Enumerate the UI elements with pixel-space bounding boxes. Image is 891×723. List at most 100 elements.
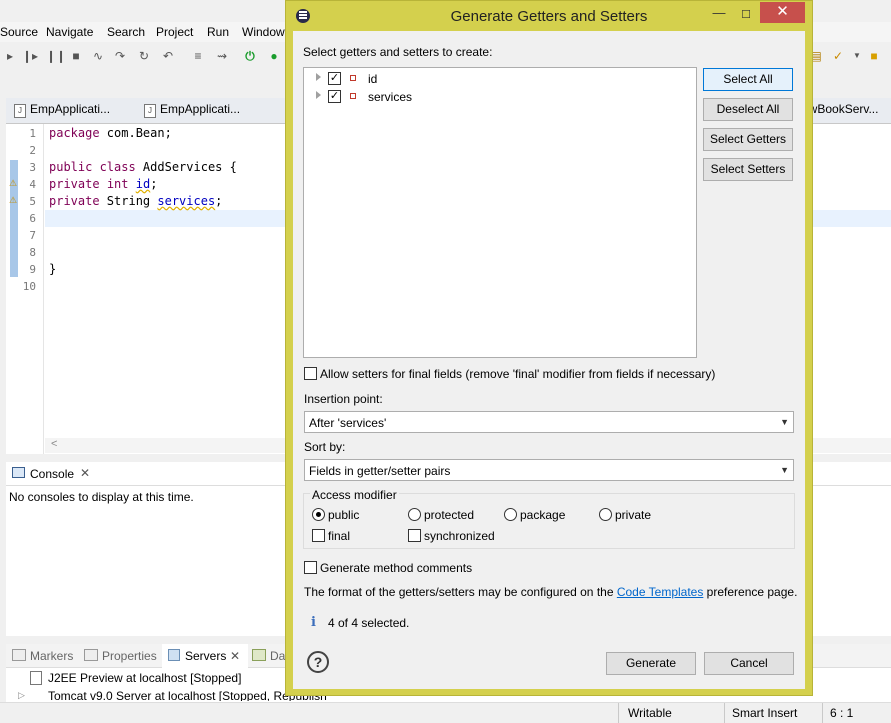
dialog-content: Select getters and setters to create: ✓ …: [293, 31, 805, 689]
radio-private[interactable]: [599, 508, 612, 521]
folder-icon[interactable]: ■: [866, 48, 882, 64]
tab-properties[interactable]: Properties: [102, 649, 157, 663]
info-icon: i: [311, 615, 316, 630]
generate-getters-setters-dialog: Generate Getters and Setters — ☐ ✕ Selec…: [285, 0, 813, 696]
code-text: AddServices {: [135, 160, 237, 174]
deselect-all-button[interactable]: Deselect All: [703, 98, 793, 121]
server-row[interactable]: J2EE Preview at localhost [Stopped]: [48, 671, 241, 685]
scroll-left-icon[interactable]: <: [51, 438, 57, 450]
allow-setters-final-checkbox[interactable]: [304, 367, 317, 380]
field-icon: [350, 75, 356, 81]
select-all-button[interactable]: Select All: [703, 68, 793, 91]
expand-icon[interactable]: [316, 73, 321, 81]
expand-icon[interactable]: [316, 91, 321, 99]
radio-private-label: private: [615, 508, 652, 522]
menu-window[interactable]: Window: [242, 25, 285, 39]
close-icon[interactable]: ✕: [80, 466, 90, 480]
insertion-point-label: Insertion point:: [304, 392, 383, 406]
server-icon: [30, 671, 42, 685]
run-arrow-icon[interactable]: ▸: [2, 48, 18, 64]
code-line-5: private String services;: [49, 194, 223, 208]
minimize-button[interactable]: —: [706, 5, 732, 25]
line-number: 4: [29, 178, 36, 191]
sort-by-select[interactable]: Fields in getter/setter pairs ▼: [304, 459, 794, 481]
status-separator: [724, 703, 725, 723]
line-number: 8: [29, 246, 36, 259]
suspend-icon[interactable]: ❙❙: [46, 48, 66, 64]
dialog-titlebar[interactable]: Generate Getters and Setters — ☐ ✕: [286, 1, 812, 31]
code-line-1: package com.Bean;: [49, 126, 172, 140]
console-tab[interactable]: Console: [30, 467, 74, 481]
java-file-icon: J: [14, 104, 26, 118]
line-number: 3: [29, 161, 36, 174]
tab-markers[interactable]: Markers: [30, 649, 73, 663]
close-icon[interactable]: ✕: [230, 649, 240, 663]
chevron-down-icon: ▼: [780, 465, 789, 475]
menu-source[interactable]: Source: [0, 25, 38, 39]
status-separator: [618, 703, 619, 723]
generate-button[interactable]: Generate: [606, 652, 696, 675]
editor-tab-3[interactable]: owBookServ...: [802, 102, 878, 122]
console-message: No consoles to display at this time.: [9, 490, 194, 504]
cancel-button[interactable]: Cancel: [704, 652, 794, 675]
tree-item-checkbox[interactable]: ✓: [328, 90, 341, 103]
select-getters-button[interactable]: Select Getters: [703, 128, 793, 151]
menu-project[interactable]: Project: [156, 25, 193, 39]
disconnect-icon[interactable]: ∿: [90, 48, 106, 64]
code-text: com.Bean;: [99, 126, 172, 140]
code-templates-link[interactable]: Code Templates: [617, 585, 704, 599]
tree-item-services[interactable]: ✓ services: [304, 88, 696, 106]
keyword: package: [49, 126, 100, 140]
generate-comments-label: Generate method comments: [320, 561, 473, 575]
radio-package[interactable]: [504, 508, 517, 521]
debug-icon[interactable]: ●: [266, 48, 282, 64]
editor-tab-1[interactable]: J EmpApplicati...: [12, 102, 110, 122]
chevron-down-icon[interactable]: ▼: [849, 48, 865, 64]
menu-run[interactable]: Run: [207, 25, 229, 39]
sort-by-value: Fields in getter/setter pairs: [309, 464, 451, 478]
use-step-filters-icon[interactable]: ⇝: [214, 48, 230, 64]
pin-icon[interactable]: ✓: [830, 48, 846, 64]
terminate-icon[interactable]: ■: [68, 48, 84, 64]
final-checkbox[interactable]: [312, 529, 325, 542]
status-separator: [822, 703, 823, 723]
tab-servers[interactable]: Servers: [185, 649, 226, 663]
tree-item-checkbox[interactable]: ✓: [328, 72, 341, 85]
tree-item-id[interactable]: ✓ id: [304, 70, 696, 88]
tab-data-source[interactable]: Da: [270, 649, 285, 663]
code-line-4: private int id;: [49, 177, 158, 191]
status-bar: Writable Smart Insert 6 : 1: [0, 702, 891, 723]
editor-tab-2[interactable]: J EmpApplicati...: [142, 102, 240, 122]
step-over-icon[interactable]: ↻: [136, 48, 152, 64]
editor-tab-label: EmpApplicati...: [30, 102, 111, 116]
synchronized-label: synchronized: [424, 529, 495, 543]
java-file-icon: J: [144, 104, 156, 118]
expand-icon[interactable]: ▷: [18, 690, 25, 701]
line-number: 6: [29, 212, 36, 225]
radio-public[interactable]: [312, 508, 325, 521]
select-setters-button[interactable]: Select Setters: [703, 158, 793, 181]
line-number: 7: [29, 229, 36, 242]
synchronized-checkbox[interactable]: [408, 529, 421, 542]
step-return-icon[interactable]: ↶: [160, 48, 176, 64]
markers-icon: [12, 649, 26, 661]
field-name: id: [135, 177, 151, 191]
maximize-button[interactable]: ☐: [733, 5, 759, 25]
step-into-icon[interactable]: ↷: [112, 48, 128, 64]
radio-protected[interactable]: [408, 508, 421, 521]
menu-navigate[interactable]: Navigate: [46, 25, 93, 39]
final-label: final: [328, 529, 351, 543]
close-button[interactable]: ✕: [760, 2, 805, 23]
drop-frame-icon[interactable]: ≡: [190, 48, 206, 64]
generate-comments-checkbox[interactable]: [304, 561, 317, 574]
format-note: The format of the getters/setters may be…: [304, 585, 797, 599]
chevron-down-icon: ▼: [780, 417, 789, 427]
skip-icon[interactable]: ❙▸: [22, 48, 38, 64]
field-icon: [350, 93, 356, 99]
fields-tree[interactable]: ✓ id ✓ services: [303, 67, 697, 358]
insertion-point-select[interactable]: After 'services' ▼: [304, 411, 794, 433]
line-number: 5: [29, 195, 36, 208]
start-server-icon[interactable]: ⏻: [242, 48, 258, 64]
help-icon[interactable]: ?: [307, 651, 329, 673]
menu-search[interactable]: Search: [107, 25, 145, 39]
